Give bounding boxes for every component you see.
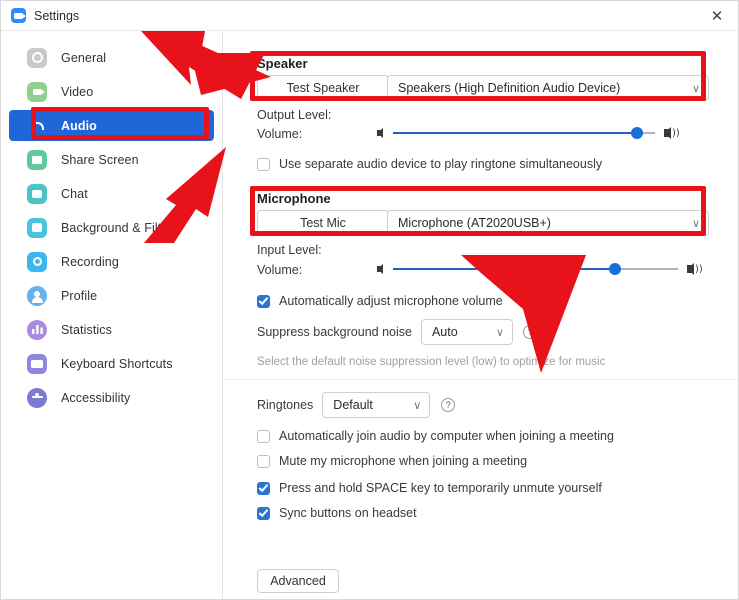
push-to-talk-checkbox[interactable] [257, 481, 270, 495]
sidebar-item-label: Keyboard Shortcuts [61, 356, 173, 371]
input-level-label: Input Level: [257, 243, 322, 257]
suppress-noise-help-icon[interactable]: ? [522, 325, 537, 339]
sidebar-item-background-filters[interactable]: Background & Filters [9, 212, 214, 243]
push-to-talk-row[interactable]: Press and hold SPACE key to temporarily … [257, 481, 602, 495]
headphones-icon [27, 116, 47, 136]
sync-headset-row[interactable]: Sync buttons on headset [257, 506, 417, 520]
sidebar-item-label: Video [61, 84, 94, 99]
window-title: Settings [34, 8, 80, 23]
speaker-volume-slider[interactable] [393, 126, 655, 140]
sidebar-item-label: Recording [61, 254, 119, 269]
sidebar-item-profile[interactable]: Profile [9, 280, 214, 311]
microphone-device-select[interactable]: Microphone (AT2020USB+) ∨ [387, 210, 709, 236]
microphone-volume-slider-row[interactable]: )) [377, 262, 712, 276]
sidebar-item-label: Accessibility [61, 390, 131, 405]
suppress-noise-hint: Select the default noise suppression lev… [257, 356, 606, 368]
settings-window: Settings ✕ General Video Audio Share Scr… [0, 0, 739, 600]
chat-bubble-icon [27, 183, 47, 204]
profile-person-icon [27, 285, 47, 306]
speaker-device-select[interactable]: Speakers (High Definition Audio Device) … [387, 75, 709, 101]
audio-settings-panel: Speaker Test Speaker Speakers (High Defi… [224, 31, 738, 599]
separate-audio-device-checkbox[interactable] [257, 157, 270, 171]
settings-sidebar: General Video Audio Share Screen Chat Ba… [1, 31, 223, 599]
suppress-noise-select[interactable]: Auto ∨ [420, 319, 513, 345]
suppress-noise-label: Suppress background noise [257, 325, 412, 339]
sidebar-item-label: Share Screen [61, 152, 139, 167]
speaker-high-icon [664, 127, 671, 139]
sidebar-item-recording[interactable]: Recording [9, 246, 214, 277]
auto-join-audio-checkbox[interactable] [257, 429, 270, 443]
sidebar-item-label: General [61, 50, 107, 65]
sidebar-item-general[interactable]: General [9, 42, 214, 73]
sidebar-item-label: Background & Filters [61, 220, 180, 235]
sidebar-item-statistics[interactable]: Statistics [9, 314, 214, 345]
ringtones-value: Default [333, 398, 373, 412]
separate-audio-device-label: Use separate audio device to play ringto… [279, 157, 603, 171]
sidebar-item-share-screen[interactable]: Share Screen [9, 144, 214, 175]
sidebar-item-accessibility[interactable]: Accessibility [9, 382, 214, 413]
suppress-noise-value: Auto [431, 325, 458, 339]
sidebar-item-audio[interactable]: Audio [9, 110, 214, 141]
zoom-camera-icon [11, 8, 26, 23]
sidebar-item-video[interactable]: Video [9, 76, 214, 107]
sidebar-item-keyboard-shortcuts[interactable]: Keyboard Shortcuts [9, 348, 214, 379]
advanced-button[interactable]: Advanced [257, 569, 339, 593]
microphone-waves-icon: )) [695, 263, 703, 275]
title-bar: Settings ✕ [1, 1, 738, 31]
speaker-volume-label: Volume: [257, 127, 303, 141]
gear-icon [27, 47, 47, 68]
close-icon[interactable]: ✕ [694, 1, 738, 30]
test-speaker-button[interactable]: Test Speaker [257, 75, 389, 101]
separate-audio-device-row[interactable]: Use separate audio device to play ringto… [257, 157, 602, 171]
sync-headset-checkbox[interactable] [257, 506, 270, 520]
ringtones-row: Ringtones Default ∨ ? [257, 392, 456, 418]
mute-on-join-label: Mute my microphone when joining a meetin… [279, 454, 528, 468]
auto-adjust-mic-checkbox[interactable] [257, 294, 270, 308]
mute-on-join-row[interactable]: Mute my microphone when joining a meetin… [257, 454, 527, 468]
bars-glyph [31, 325, 43, 334]
auto-adjust-mic-row[interactable]: Automatically adjust microphone volume [257, 294, 503, 308]
push-to-talk-label: Press and hold SPACE key to temporarily … [279, 481, 602, 495]
sync-headset-label: Sync buttons on headset [279, 506, 417, 520]
mute-on-join-checkbox[interactable] [257, 454, 270, 468]
output-level-label: Output Level: [257, 108, 332, 122]
share-screen-icon [27, 149, 47, 170]
recording-icon [27, 251, 47, 272]
chevron-down-icon: ∨ [495, 325, 504, 339]
sidebar-item-label: Audio [61, 118, 97, 133]
accessibility-icon [27, 387, 47, 408]
background-filters-icon [27, 217, 47, 238]
speaker-low-icon [377, 128, 383, 138]
microphone-volume-label: Volume: [257, 263, 303, 277]
microphone-low-icon [377, 264, 383, 274]
chevron-down-icon: ∨ [691, 216, 700, 230]
microphone-device-value: Microphone (AT2020USB+) [398, 216, 551, 230]
microphone-section-heading: Microphone [257, 191, 331, 206]
sidebar-item-label: Statistics [61, 322, 113, 337]
suppress-noise-row: Suppress background noise Auto ∨ ? [257, 319, 537, 345]
chevron-down-icon: ∨ [691, 81, 700, 95]
section-divider [224, 379, 738, 380]
auto-adjust-mic-label: Automatically adjust microphone volume [279, 294, 503, 308]
sidebar-item-chat[interactable]: Chat [9, 178, 214, 209]
speaker-section-heading: Speaker [257, 56, 308, 71]
ringtones-help-icon[interactable]: ? [441, 398, 456, 412]
speaker-waves-icon: )) [672, 127, 680, 139]
statistics-bars-icon [27, 319, 47, 340]
video-camera-icon [27, 81, 47, 102]
microphone-high-icon [687, 263, 694, 275]
ringtones-label: Ringtones [257, 398, 314, 412]
auto-join-audio-label: Automatically join audio by computer whe… [279, 429, 614, 443]
auto-join-audio-row[interactable]: Automatically join audio by computer whe… [257, 429, 614, 443]
speaker-device-value: Speakers (High Definition Audio Device) [398, 81, 621, 95]
ringtones-select[interactable]: Default ∨ [322, 392, 431, 418]
keyboard-icon [27, 353, 47, 374]
sidebar-item-label: Profile [61, 288, 98, 303]
test-mic-button[interactable]: Test Mic [257, 210, 389, 236]
chevron-down-icon: ∨ [413, 398, 422, 412]
sidebar-item-label: Chat [61, 186, 88, 201]
speaker-volume-slider-row[interactable]: )) [377, 126, 712, 140]
microphone-volume-slider[interactable] [393, 262, 678, 276]
